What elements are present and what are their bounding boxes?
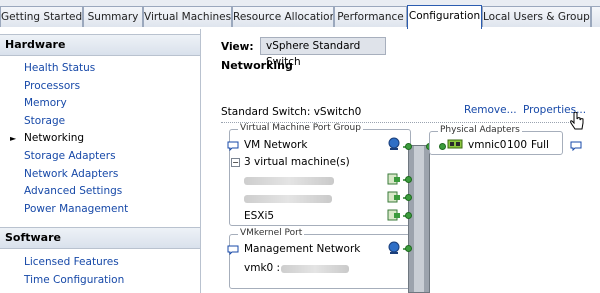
port-node	[405, 245, 412, 252]
main-panel: View: vSphere Standard Switch Networking…	[209, 29, 600, 293]
tab-local-users-groups[interactable]: Local Users & Groups	[482, 6, 591, 27]
vmkernel-port-title: VMkernel Port	[238, 228, 305, 238]
nic-icon[interactable]	[447, 138, 463, 150]
vm-icon[interactable]	[387, 190, 401, 204]
tab-resource-allocation[interactable]: Resource Allocation	[232, 6, 334, 27]
tab-virtual-machines[interactable]: Virtual Machines	[143, 6, 232, 27]
port-node	[405, 176, 412, 183]
sidebar-item-advanced-settings[interactable]: Advanced Settings	[24, 185, 122, 197]
vm-name-redacted-1	[244, 177, 334, 185]
management-network-label[interactable]: Management Network	[244, 243, 360, 255]
vm-icon[interactable]	[387, 172, 401, 186]
sidebar-item-storage[interactable]: Storage	[24, 115, 65, 127]
speech-bubble-icon[interactable]	[570, 141, 582, 151]
nic-duplex: Full	[531, 139, 549, 151]
tab-bar: Getting Started Summary Virtual Machines…	[0, 0, 600, 29]
software-header: Software	[0, 227, 200, 249]
switch-label: Standard Switch: vSwitch0	[221, 106, 362, 118]
vm-port-group-title: Virtual Machine Port Group	[238, 123, 363, 133]
tab-summary[interactable]: Summary	[83, 6, 143, 27]
view-label: View:	[221, 41, 254, 53]
remove-link[interactable]: Remove...	[464, 104, 517, 116]
vm-name-redacted-2	[244, 195, 332, 203]
vswitch-trunk	[408, 145, 430, 293]
sidebar-item-memory[interactable]: Memory	[24, 97, 67, 109]
tab-performance[interactable]: Performance	[334, 6, 407, 27]
speech-bubble-icon[interactable]	[227, 141, 239, 151]
view-select[interactable]: vSphere Standard Switch	[260, 37, 386, 68]
tab-configuration[interactable]: Configuration	[407, 5, 482, 29]
network-port-icon[interactable]	[387, 241, 401, 255]
sidebar: Hardware Health Status Processors Memory…	[0, 29, 201, 293]
nic-speed: 100	[507, 139, 528, 151]
sidebar-item-power-management[interactable]: Power Management	[24, 203, 128, 215]
physical-adapters-title: Physical Adapters	[438, 125, 522, 135]
sidebar-item-processors[interactable]: Processors	[24, 80, 80, 92]
vmnic-label[interactable]: vmnic0	[468, 139, 506, 151]
tab-getting-started[interactable]: Getting Started	[0, 6, 83, 27]
speech-bubble-icon[interactable]	[227, 245, 239, 255]
collapse-toggle[interactable]: −	[231, 158, 240, 167]
sidebar-item-licensed-features[interactable]: Licensed Features	[24, 256, 119, 268]
sidebar-item-time-configuration[interactable]: Time Configuration	[24, 274, 124, 286]
vm-name-esxi5[interactable]: ESXi5	[244, 210, 274, 222]
network-port-icon[interactable]	[387, 137, 401, 151]
vm-icon[interactable]	[387, 208, 401, 222]
sidebar-item-storage-adapters[interactable]: Storage Adapters	[24, 150, 116, 162]
port-node	[405, 194, 412, 201]
port-node	[405, 212, 412, 219]
hand-cursor-icon	[570, 112, 584, 130]
nic-node	[439, 143, 446, 150]
sidebar-item-networking[interactable]: Networking	[24, 132, 84, 144]
vm-network-label[interactable]: VM Network	[244, 139, 307, 151]
bullet-icon: ►	[10, 134, 17, 143]
sidebar-item-health-status[interactable]: Health Status	[24, 62, 95, 74]
section-title: Networking	[221, 59, 293, 72]
vm-count-label: 3 virtual machine(s)	[244, 156, 350, 168]
vmk0-label: vmk0 :	[244, 262, 281, 274]
sidebar-item-network-adapters[interactable]: Network Adapters	[24, 168, 118, 180]
hardware-header: Hardware	[0, 34, 200, 56]
vmk0-ip-redacted	[281, 265, 349, 273]
vswitch-trunk-inner	[414, 146, 424, 292]
port-node	[405, 143, 412, 150]
tab-overflow[interactable]	[591, 6, 600, 27]
